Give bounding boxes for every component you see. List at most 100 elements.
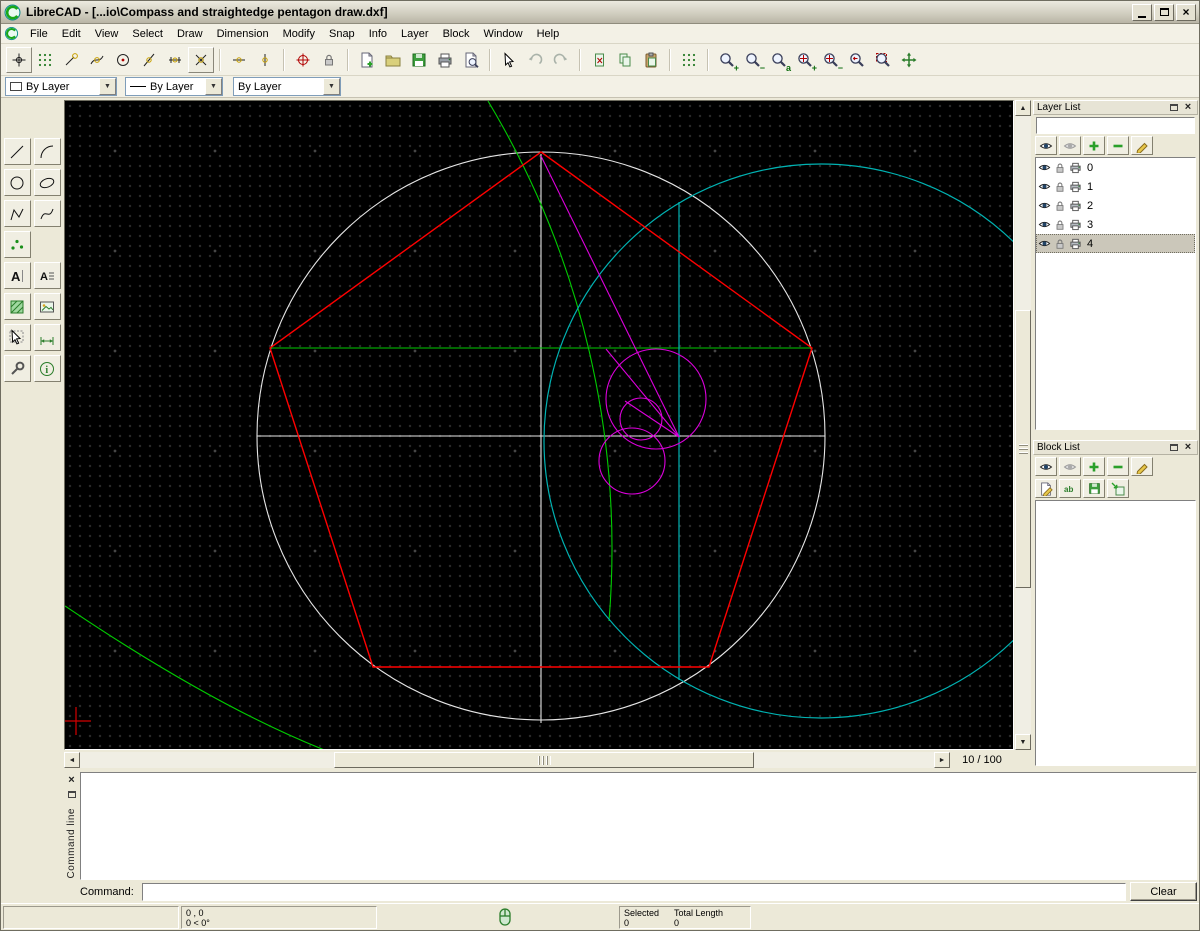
tool-modify-button[interactable] xyxy=(4,355,31,382)
tool-text-button[interactable]: A xyxy=(4,262,31,289)
layer-print-icon[interactable] xyxy=(1069,199,1082,212)
insert-block-button[interactable] xyxy=(1107,479,1129,498)
hide-all-layers-button[interactable] xyxy=(1059,136,1081,155)
grid-toggle-button[interactable] xyxy=(676,47,702,73)
line-type-combobox[interactable]: By Layer ▼ xyxy=(233,77,341,96)
close-button[interactable]: × xyxy=(1176,4,1196,21)
tool-arc-button[interactable] xyxy=(34,138,61,165)
tool-info-button[interactable]: i xyxy=(34,355,61,382)
layer-print-icon[interactable] xyxy=(1069,180,1082,193)
menu-block[interactable]: Block xyxy=(436,25,477,43)
tool-circle-button[interactable] xyxy=(4,169,31,196)
vertical-scrollbar[interactable]: ▲ ▼ xyxy=(1015,100,1031,750)
snap-endpoint-button[interactable] xyxy=(58,47,84,73)
layer-list-titlebar[interactable]: Layer List × xyxy=(1033,100,1198,115)
edit-block-button[interactable] xyxy=(1035,479,1057,498)
undo-button[interactable] xyxy=(522,47,548,73)
select-pointer-button[interactable] xyxy=(496,47,522,73)
line-width-combobox[interactable]: By Layer ▼ xyxy=(125,77,223,96)
snap-grid-button[interactable] xyxy=(32,47,58,73)
chevron-down-icon[interactable]: ▼ xyxy=(323,78,340,95)
chevron-down-icon[interactable]: ▼ xyxy=(205,78,222,95)
layer-lock-icon[interactable] xyxy=(1054,162,1066,174)
layer-row[interactable]: 1 xyxy=(1036,177,1195,196)
layer-lock-icon[interactable] xyxy=(1054,238,1066,250)
construction-circle-cyan[interactable] xyxy=(544,164,1013,718)
menu-layer[interactable]: Layer xyxy=(394,25,436,43)
add-block-button[interactable] xyxy=(1083,457,1105,476)
cut-button[interactable] xyxy=(586,47,612,73)
dock-close-button[interactable]: × xyxy=(1182,102,1194,113)
zoom-pan-button[interactable] xyxy=(896,47,922,73)
layer-print-icon[interactable] xyxy=(1069,161,1082,174)
layer-row-selected[interactable]: 4 xyxy=(1036,234,1195,253)
save-block-button[interactable] xyxy=(1083,479,1105,498)
magenta-line-apex[interactable] xyxy=(541,156,679,437)
zoom-in-button[interactable]: + xyxy=(714,47,740,73)
snap-intersection-button[interactable] xyxy=(188,47,214,73)
drawing-canvas[interactable] xyxy=(65,101,1013,749)
block-attributes-button[interactable] xyxy=(1131,457,1153,476)
tool-point-button[interactable] xyxy=(4,231,31,258)
remove-block-button[interactable] xyxy=(1107,457,1129,476)
menu-view[interactable]: View xyxy=(88,25,126,43)
tool-dimension-button[interactable] xyxy=(34,324,61,351)
print-button[interactable] xyxy=(432,47,458,73)
show-all-blocks-button[interactable] xyxy=(1035,457,1057,476)
tool-mtext-button[interactable]: A xyxy=(34,262,61,289)
restrict-horizontal-button[interactable] xyxy=(226,47,252,73)
tool-image-button[interactable] xyxy=(34,293,61,320)
scroll-down-button[interactable]: ▼ xyxy=(1015,734,1031,750)
scroll-up-button[interactable]: ▲ xyxy=(1015,100,1031,116)
maximize-button[interactable] xyxy=(1154,4,1174,21)
minimize-button[interactable] xyxy=(1132,4,1152,21)
menu-info[interactable]: Info xyxy=(362,25,394,43)
layer-visibility-icon[interactable] xyxy=(1038,218,1051,231)
command-history[interactable] xyxy=(80,772,1197,880)
redo-button[interactable] xyxy=(548,47,574,73)
tool-hatch-button[interactable] xyxy=(4,293,31,320)
menu-help[interactable]: Help xyxy=(530,25,567,43)
magenta-line-2[interactable] xyxy=(625,401,679,437)
dock-float-button[interactable] xyxy=(1168,442,1180,453)
block-list[interactable] xyxy=(1035,500,1196,766)
snap-on-entity-button[interactable] xyxy=(84,47,110,73)
layer-row[interactable]: 3 xyxy=(1036,215,1195,234)
zoom-point-in-button[interactable]: + xyxy=(792,47,818,73)
menu-modify[interactable]: Modify xyxy=(276,25,322,43)
edit-layer-button[interactable] xyxy=(1131,136,1153,155)
open-file-button[interactable] xyxy=(380,47,406,73)
vertical-scroll-thumb[interactable] xyxy=(1015,310,1031,588)
snap-distance-button[interactable] xyxy=(162,47,188,73)
layer-row[interactable]: 0 xyxy=(1036,158,1195,177)
new-file-button[interactable] xyxy=(354,47,380,73)
dock-close-button[interactable]: × xyxy=(1182,442,1194,453)
tool-select-button[interactable] xyxy=(4,324,31,351)
layer-lock-icon[interactable] xyxy=(1054,219,1066,231)
layer-row[interactable]: 2 xyxy=(1036,196,1195,215)
layer-lock-icon[interactable] xyxy=(1054,181,1066,193)
layer-print-icon[interactable] xyxy=(1069,218,1082,231)
copy-button[interactable] xyxy=(612,47,638,73)
layer-visibility-icon[interactable] xyxy=(1038,180,1051,193)
rename-block-button[interactable]: ab xyxy=(1059,479,1081,498)
hide-all-blocks-button[interactable] xyxy=(1059,457,1081,476)
layer-visibility-icon[interactable] xyxy=(1038,199,1051,212)
tool-polyline-button[interactable] xyxy=(4,200,31,227)
dock-float-button[interactable] xyxy=(1168,102,1180,113)
tool-line-button[interactable] xyxy=(4,138,31,165)
zoom-out-button[interactable]: − xyxy=(740,47,766,73)
snap-free-button[interactable] xyxy=(6,47,32,73)
scroll-left-button[interactable]: ◄ xyxy=(64,752,80,768)
lock-relative-zero-button[interactable] xyxy=(316,47,342,73)
dock-close-button[interactable]: × xyxy=(66,774,78,786)
zoom-previous-button[interactable] xyxy=(844,47,870,73)
construction-arc-large[interactable] xyxy=(488,101,612,621)
horizontal-scrollbar[interactable]: ◄ ► xyxy=(64,752,950,768)
zoom-point-out-button[interactable]: − xyxy=(818,47,844,73)
snap-middle-button[interactable] xyxy=(136,47,162,73)
layer-visibility-icon[interactable] xyxy=(1038,237,1051,250)
block-list-titlebar[interactable]: Block List × xyxy=(1033,440,1198,455)
zoom-window-button[interactable] xyxy=(870,47,896,73)
menu-snap[interactable]: Snap xyxy=(322,25,362,43)
